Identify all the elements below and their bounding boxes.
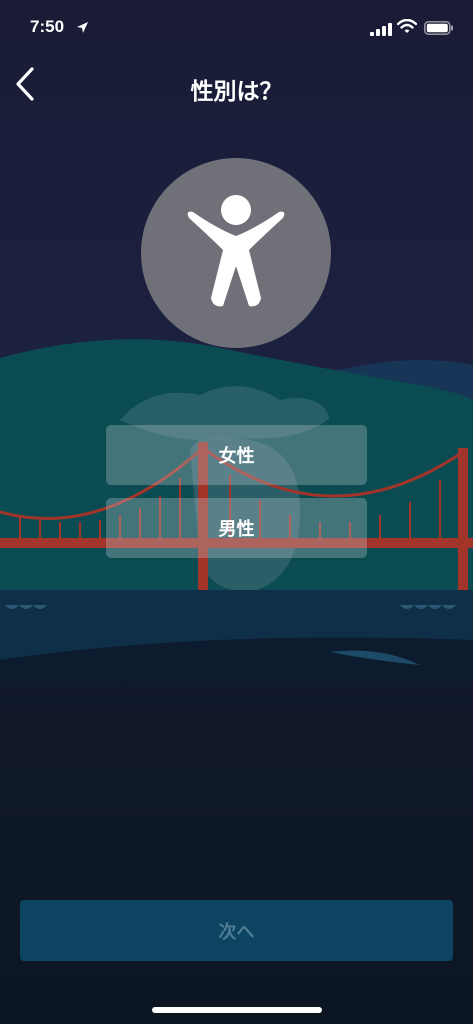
gender-avatar (141, 158, 331, 348)
status-time: 7:50 (30, 17, 65, 36)
battery-icon (424, 20, 454, 39)
page-title: 性別は？ (190, 79, 283, 105)
header: 性別は？ (0, 60, 473, 112)
female-option-button[interactable]: 女性 (106, 425, 367, 485)
next-button[interactable]: 次へ (20, 900, 453, 961)
location-arrow-icon (76, 19, 89, 38)
wifi-icon (396, 18, 418, 38)
person-arms-raised-icon (187, 195, 285, 307)
male-option-button[interactable]: 男性 (106, 498, 367, 558)
cellular-signal-icon (370, 21, 392, 40)
home-indicator (152, 1007, 322, 1013)
status-bar: 7:50 (0, 0, 473, 56)
